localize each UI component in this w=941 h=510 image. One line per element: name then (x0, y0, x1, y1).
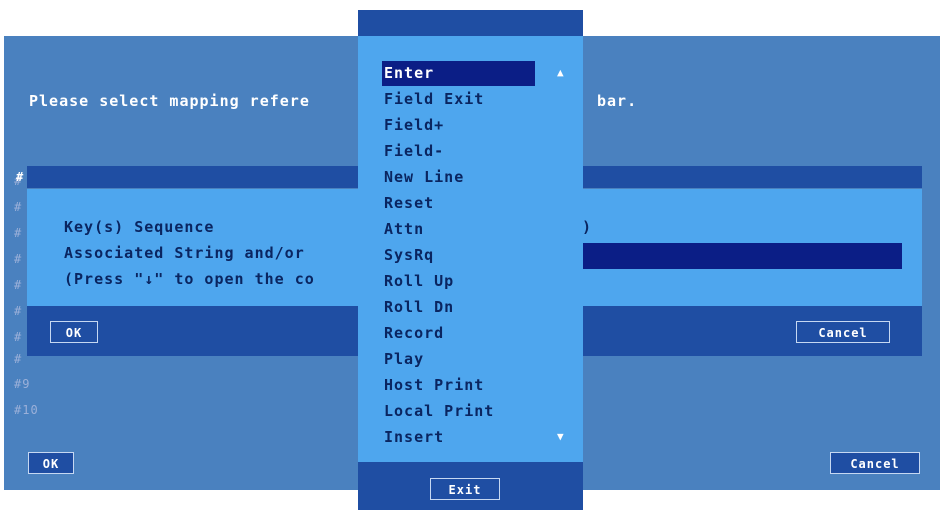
prompt-text-right: bar. (597, 92, 638, 110)
row-10[interactable]: #10 (14, 403, 39, 417)
dropdown-item[interactable]: Enter (382, 61, 535, 86)
row-marker[interactable]: # (14, 330, 22, 344)
dropdown-item[interactable]: Play (382, 347, 535, 372)
dropdown-item[interactable]: Roll Dn (382, 295, 535, 320)
dropdown-item[interactable]: Roll Up (382, 269, 535, 294)
dropdown-item[interactable]: Host Print (382, 373, 535, 398)
press-hint: (Press "↓" to open the co (64, 270, 315, 288)
dropdown-item[interactable]: Attn (382, 217, 535, 242)
dropdown-item[interactable]: New Line (382, 165, 535, 190)
row-9[interactable]: #9 (14, 377, 30, 391)
row-marker[interactable]: # (14, 352, 22, 366)
dropdown-item[interactable]: Field Exit (382, 87, 535, 112)
dropdown-item[interactable]: Record (382, 321, 535, 346)
dropdown-item[interactable]: SysRq (382, 243, 535, 268)
scroll-down-icon[interactable]: ▼ (557, 430, 565, 443)
row-marker[interactable]: # (14, 304, 22, 318)
back-ok-button[interactable]: OK (28, 452, 74, 474)
dropdown-item[interactable]: Field+ (382, 113, 535, 138)
key-sequence-paren: ) (582, 218, 593, 236)
dialog-cancel-button[interactable]: Cancel (796, 321, 890, 343)
dropdown-item[interactable]: Local Print (382, 399, 535, 424)
dropdown-item[interactable]: Reset (382, 191, 535, 216)
dropdown-item[interactable]: Insert (382, 425, 535, 450)
key-sequence-label: Key(s) Sequence (64, 218, 215, 236)
row-marker[interactable]: # (14, 278, 22, 292)
row-marker[interactable]: # (14, 226, 22, 240)
dropdown-item[interactable]: Field- (382, 139, 535, 164)
scroll-up-icon[interactable]: ▲ (557, 66, 565, 79)
prompt-text-left: Please select mapping refere (29, 92, 310, 110)
dialog-title-marker: # (16, 170, 25, 184)
associated-string-field[interactable] (556, 243, 902, 269)
associated-string-label: Associated String and/or (64, 244, 305, 262)
row-marker[interactable]: # (14, 200, 22, 214)
exit-button[interactable]: Exit (430, 478, 500, 500)
row-marker[interactable]: # (14, 252, 22, 266)
back-cancel-button[interactable]: Cancel (830, 452, 920, 474)
dialog-ok-button[interactable]: OK (50, 321, 98, 343)
